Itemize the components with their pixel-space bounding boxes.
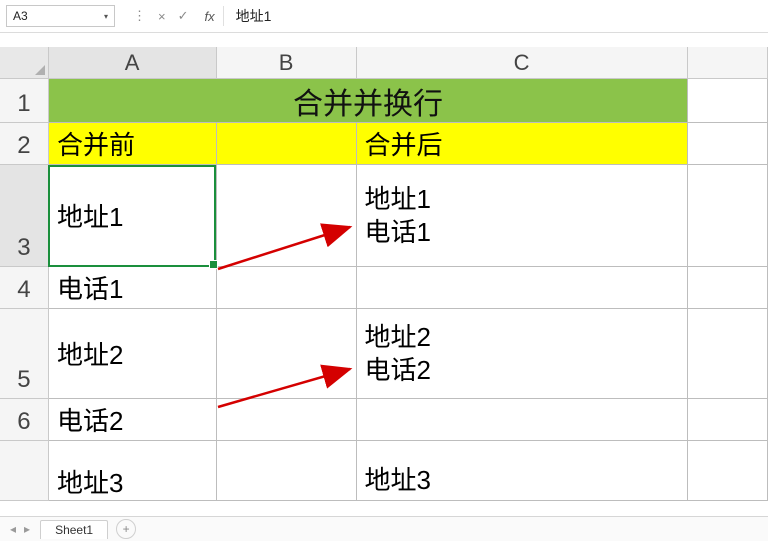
sheet-tab-bar: ◂ ▸ Sheet1 + bbox=[0, 516, 768, 541]
cell-D4[interactable] bbox=[688, 267, 768, 309]
cell-A2[interactable]: 合并前 bbox=[49, 123, 217, 165]
cancel-icon[interactable]: × bbox=[158, 9, 166, 24]
row-header-4[interactable]: 4 bbox=[0, 267, 49, 309]
row-header-5[interactable]: 5 bbox=[0, 309, 49, 399]
confirm-icon[interactable]: ✓ bbox=[178, 8, 189, 24]
cell-A4[interactable]: 电话1 bbox=[49, 267, 217, 309]
cell-A6[interactable]: 电话2 bbox=[49, 399, 217, 441]
spreadsheet-grid[interactable]: A B C 1 合并并换行 2 合并前 合并后 3 地址1 地址1 电话1 bbox=[0, 47, 768, 501]
cell-A3[interactable]: 地址1 bbox=[49, 165, 217, 267]
cell-D1[interactable] bbox=[688, 79, 768, 123]
add-sheet-button[interactable]: + bbox=[116, 519, 136, 539]
row-header-2[interactable]: 2 bbox=[0, 123, 49, 165]
formula-input[interactable]: 地址1 bbox=[223, 6, 762, 26]
formula-input-value: 地址1 bbox=[236, 6, 272, 26]
cell-A7[interactable]: 地址3 bbox=[49, 441, 217, 501]
name-box-value: A3 bbox=[13, 9, 28, 23]
column-header-A[interactable]: A bbox=[49, 47, 217, 79]
column-header-B[interactable]: B bbox=[217, 47, 357, 79]
fx-label[interactable]: fx bbox=[197, 9, 223, 24]
cell-C5-line1: 地址2 bbox=[365, 321, 431, 354]
column-header-row: A B C bbox=[0, 47, 768, 79]
cell-A5[interactable]: 地址2 bbox=[49, 309, 217, 399]
cell-C3-line1: 地址1 bbox=[365, 183, 431, 216]
cell-D5[interactable] bbox=[688, 309, 768, 399]
row-header-6[interactable]: 6 bbox=[0, 399, 49, 441]
cell-B4[interactable] bbox=[217, 267, 357, 309]
column-header-C[interactable]: C bbox=[357, 47, 688, 79]
cell-C7[interactable]: 地址3 bbox=[357, 441, 689, 501]
cell-D7[interactable] bbox=[688, 441, 768, 501]
cell-C5-line2: 电话2 bbox=[365, 354, 431, 387]
cell-B3[interactable] bbox=[217, 165, 357, 267]
name-box-dropdown-icon[interactable]: ▾ bbox=[104, 12, 108, 21]
cell-C3-line2: 电话1 bbox=[365, 216, 431, 249]
column-header-D[interactable] bbox=[688, 47, 768, 79]
cell-C6[interactable] bbox=[357, 399, 689, 441]
select-all-corner[interactable] bbox=[0, 47, 49, 79]
cell-C5[interactable]: 地址2 电话2 bbox=[357, 309, 689, 399]
formula-bar: A3 ▾ ⋮ × ✓ fx 地址1 bbox=[0, 0, 768, 32]
cell-C7-line1: 地址3 bbox=[365, 464, 431, 497]
tab-nav-next-icon[interactable]: ▸ bbox=[24, 522, 30, 536]
name-box[interactable]: A3 ▾ bbox=[6, 5, 115, 27]
cell-C3[interactable]: 地址1 电话1 bbox=[357, 165, 689, 267]
cell-D6[interactable] bbox=[688, 399, 768, 441]
row-header-1[interactable]: 1 bbox=[0, 79, 49, 123]
cell-D2[interactable] bbox=[688, 123, 768, 165]
cell-B7[interactable] bbox=[217, 441, 357, 501]
cell-B5[interactable] bbox=[217, 309, 357, 399]
divider-icon: ⋮ bbox=[133, 8, 146, 24]
sheet-tab-1[interactable]: Sheet1 bbox=[40, 520, 108, 539]
row-header-7[interactable] bbox=[0, 441, 49, 501]
cell-C4[interactable] bbox=[357, 267, 689, 309]
cell-C2[interactable]: 合并后 bbox=[357, 123, 689, 165]
cell-B6[interactable] bbox=[217, 399, 357, 441]
row-header-3[interactable]: 3 bbox=[0, 165, 49, 267]
tab-nav-prev-icon[interactable]: ◂ bbox=[10, 522, 16, 536]
formula-bar-buttons: ⋮ × ✓ bbox=[125, 8, 197, 24]
cell-title-merged[interactable]: 合并并换行 bbox=[49, 79, 688, 123]
cell-D3[interactable] bbox=[688, 165, 768, 267]
cell-B2[interactable] bbox=[217, 123, 357, 165]
